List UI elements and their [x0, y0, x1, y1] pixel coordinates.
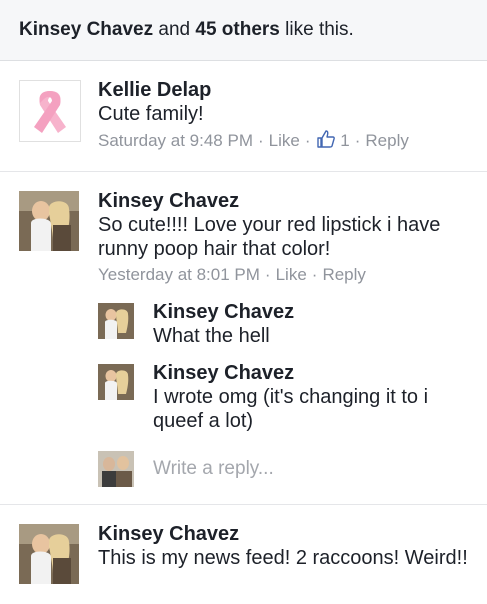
meta-separator: · [257, 131, 264, 150]
meta-separator: · [264, 265, 271, 284]
likes-and: and [153, 19, 196, 40]
liker-name[interactable]: Kinsey Chavez [19, 19, 153, 41]
comment: Kellie Delap Cute family! Saturday at 9:… [0, 61, 487, 172]
thumbs-up-icon[interactable] [316, 129, 336, 155]
reply-input-placeholder[interactable]: Write a reply... [153, 457, 477, 481]
comment-time[interactable]: Saturday at 9:48 PM [98, 131, 253, 150]
reply-link[interactable]: Reply [365, 131, 408, 150]
meta-separator: · [354, 131, 361, 150]
pink-ribbon-icon[interactable] [19, 80, 81, 142]
avatar[interactable] [98, 303, 134, 339]
reply-input[interactable]: Write a reply... [153, 457, 477, 481]
comment-meta: Yesterday at 8:01 PM · Like · Reply [98, 264, 477, 286]
comment-author[interactable]: Kinsey Chavez [98, 189, 477, 213]
reply-author[interactable]: Kinsey Chavez [153, 361, 477, 385]
comment: Kinsey Chavez So cute!!!! Love your red … [0, 172, 487, 505]
reply-text: I wrote omg (it's changing it to i queef… [153, 386, 429, 432]
comment-text: Cute family! [98, 103, 204, 125]
comment-author[interactable]: Kinsey Chavez [98, 522, 477, 546]
comment-meta: Saturday at 9:48 PM · Like · 1 · Reply [98, 129, 477, 155]
reply-body: Kinsey Chavez What the hell [153, 300, 477, 348]
meta-separator: · [304, 131, 311, 150]
comment-text: This is my news feed! 2 raccoons! Weird!… [98, 547, 468, 569]
reply-body: Kinsey Chavez I wrote omg (it's changing… [153, 361, 477, 433]
reply-text: What the hell [153, 325, 270, 347]
comment-body: Kinsey Chavez This is my news feed! 2 ra… [98, 522, 477, 570]
like-link[interactable]: Like [269, 131, 300, 150]
reaction-count[interactable]: 1 [340, 131, 349, 150]
comment-body: Kinsey Chavez So cute!!!! Love your red … [98, 189, 477, 286]
reply-link[interactable]: Reply [322, 265, 365, 284]
meta-separator: · [311, 265, 318, 284]
like-link[interactable]: Like [276, 265, 307, 284]
comment-time[interactable]: Yesterday at 8:01 PM [98, 265, 260, 284]
likes-suffix: like this. [279, 19, 354, 40]
likers-others[interactable]: 45 others [195, 19, 279, 41]
avatar[interactable] [19, 524, 79, 584]
reply-author[interactable]: Kinsey Chavez [153, 300, 477, 324]
comment-text: So cute!!!! Love your red lipstick i hav… [98, 214, 441, 260]
likes-summary[interactable]: Kinsey Chavez and 45 others like this. [0, 0, 487, 61]
comment-author[interactable]: Kellie Delap [98, 78, 477, 102]
avatar [98, 451, 134, 487]
comment-body: Kellie Delap Cute family! Saturday at 9:… [98, 78, 477, 155]
avatar[interactable] [19, 191, 79, 251]
avatar[interactable] [98, 364, 134, 400]
comment: Kinsey Chavez This is my news feed! 2 ra… [0, 505, 487, 604]
